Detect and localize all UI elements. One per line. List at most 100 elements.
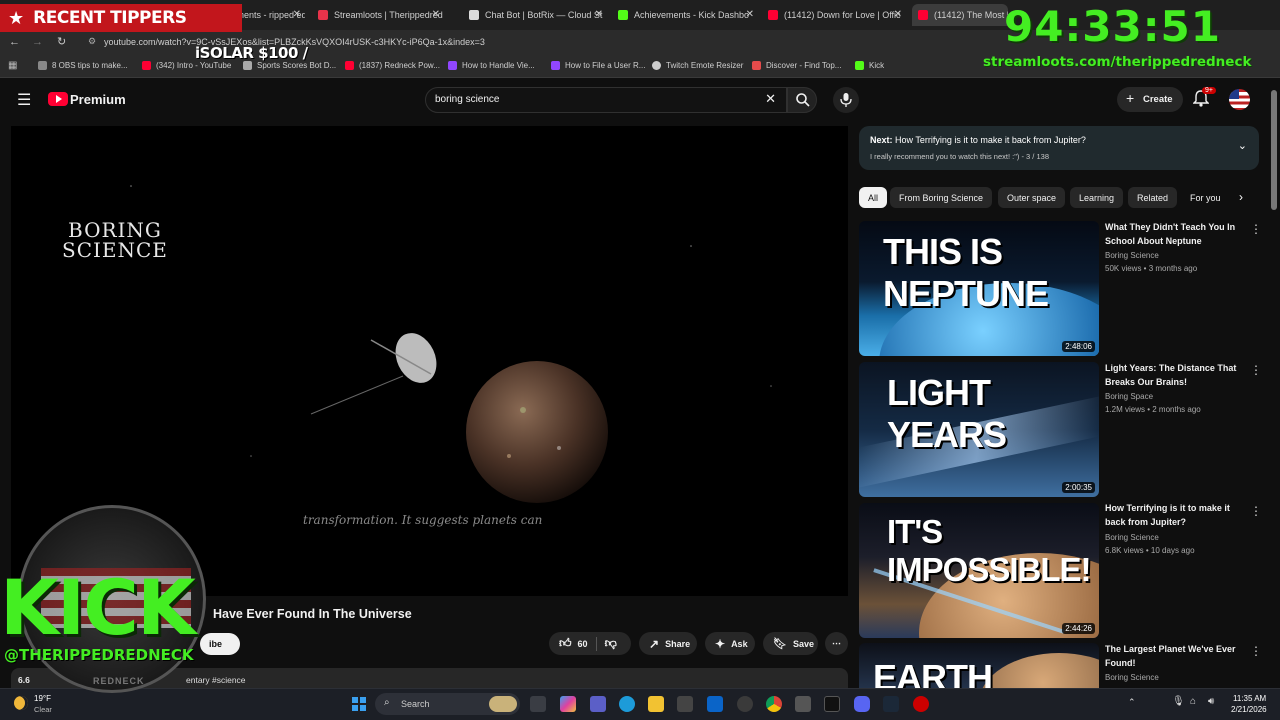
menu-icon[interactable]: ☰ — [17, 90, 31, 110]
youtube-logo-icon[interactable] — [48, 92, 68, 106]
like-dislike-group: 👍︎ 60 👎︎ — [549, 632, 631, 655]
more-actions-button[interactable]: ⋯ — [825, 632, 848, 655]
taskbar-search-box[interactable]: ⌕ Search — [375, 693, 520, 715]
playlist-next-panel[interactable]: Next: How Terrifying is it to make it ba… — [859, 126, 1259, 170]
video-meta: 50K views • 3 months ago — [1105, 264, 1198, 273]
like-count[interactable]: 60 — [578, 639, 588, 649]
steam-icon[interactable] — [883, 696, 899, 712]
bookmark-item[interactable]: Sports Scores Bot D... — [243, 61, 336, 70]
ask-button[interactable]: ✦ Ask — [705, 632, 755, 655]
bookmark-item[interactable]: (1837) Redneck Pow... — [345, 61, 440, 70]
forward-icon[interactable]: → — [32, 36, 43, 48]
plus-icon: + — [1126, 90, 1135, 106]
browser-tab-active[interactable]: (11412) The Most Bi — [912, 4, 1008, 26]
page-scrollbar-thumb[interactable] — [1271, 90, 1277, 210]
video-title-link[interactable]: Light Years: The Distance That Breaks Ou… — [1105, 362, 1241, 389]
voice-search-button[interactable] — [833, 87, 859, 113]
bookmark-item[interactable]: 8 OBS tips to make... — [38, 61, 128, 70]
moon-weather-icon[interactable] — [14, 696, 28, 710]
chevron-down-icon[interactable]: ⌄ — [1238, 139, 1247, 152]
weather-temperature[interactable]: 19°F — [34, 694, 51, 703]
back-icon[interactable]: ← — [9, 36, 20, 48]
video-meta: 6.8K views • 10 days ago — [1105, 546, 1195, 555]
youtube-premium-label[interactable]: Premium — [70, 92, 126, 107]
close-tab-icon[interactable]: ✕ — [595, 9, 603, 20]
close-tab-icon[interactable]: ✕ — [894, 9, 902, 20]
video-title-link[interactable]: How Terrifying is it to make it back fro… — [1105, 502, 1241, 529]
terminal-icon[interactable] — [824, 696, 840, 712]
discord-icon[interactable] — [854, 696, 870, 712]
record-icon[interactable] — [913, 696, 929, 712]
browser-tab[interactable]: Chat Bot | BotRix — Cloud St ✕ — [463, 4, 607, 26]
network-icon[interactable]: ⌂ — [1190, 696, 1196, 707]
bookmark-item[interactable]: How to File a User R... — [551, 61, 645, 70]
more-vertical-icon[interactable]: ⋮ — [1250, 504, 1262, 518]
tray-overflow-icon[interactable]: ⌃ — [1128, 697, 1136, 708]
share-button[interactable]: ↗ Share — [639, 632, 697, 655]
reload-icon[interactable]: ↻ — [57, 35, 66, 48]
chip-learning[interactable]: Learning — [1070, 187, 1124, 208]
apps-grid-icon[interactable]: ▦ — [8, 60, 17, 71]
channel-name[interactable]: Boring Space — [1105, 392, 1153, 401]
task-view-icon[interactable] — [530, 696, 546, 712]
bookmark-item[interactable]: Twitch Emote Resizer — [652, 61, 743, 70]
close-tab-icon[interactable]: ✕ — [746, 9, 754, 20]
outlook-icon[interactable] — [707, 696, 723, 712]
share-label: Share — [665, 638, 691, 649]
chip-related[interactable]: Related — [1128, 187, 1178, 208]
thumbs-up-icon[interactable]: 👍︎ — [559, 636, 572, 651]
chip-for-you[interactable]: For you — [1181, 187, 1230, 208]
avatar[interactable] — [1229, 89, 1250, 110]
video-title-link[interactable]: What They Didn't Teach You In School Abo… — [1105, 221, 1241, 248]
channel-name[interactable]: Boring Science — [1105, 673, 1159, 682]
notifications-button[interactable]: 9+ — [1192, 87, 1216, 112]
tab-label: (11412) The Most Bi — [934, 10, 1008, 20]
file-explorer-icon[interactable] — [648, 696, 664, 712]
more-vertical-icon[interactable]: ⋮ — [1250, 644, 1262, 658]
microphone-tray-icon[interactable]: 🎙︎ — [1172, 696, 1185, 707]
search-button[interactable] — [787, 87, 817, 113]
close-tab-icon[interactable]: ✕ — [293, 9, 301, 20]
chip-all[interactable]: All — [859, 187, 888, 208]
app-icon[interactable] — [795, 696, 811, 712]
thumbs-down-icon[interactable]: 👎︎ — [605, 636, 617, 651]
browser-tab[interactable]: (11412) Down for Love | Offic ✕ — [762, 4, 906, 26]
chevron-right-icon[interactable]: › — [1239, 190, 1243, 204]
search-input[interactable]: boring science ✕ — [425, 87, 787, 113]
browser-tab[interactable]: Streamloots | Therippedred ✕ — [312, 4, 444, 26]
more-vertical-icon[interactable]: ⋮ — [1250, 363, 1262, 377]
video-thumbnail[interactable]: EARTH — [859, 643, 1099, 688]
copilot-icon[interactable] — [560, 696, 576, 712]
save-button[interactable]: 🔖︎ Save — [763, 632, 818, 655]
clear-search-icon[interactable]: ✕ — [765, 91, 776, 107]
channel-name[interactable]: Boring Science — [1105, 251, 1159, 260]
description-tags: entary #science — [186, 675, 246, 685]
more-vertical-icon[interactable]: ⋮ — [1250, 222, 1262, 236]
close-tab-icon[interactable]: ✕ — [432, 9, 440, 20]
teams-icon[interactable] — [590, 696, 606, 712]
channel-name[interactable]: Boring Science — [1105, 533, 1159, 542]
video-thumbnail[interactable]: THIS IS NEPTUNE 2:48:06 — [859, 221, 1099, 356]
video-thumbnail[interactable]: IT'S IMPOSSIBLE! 2:44:26 — [859, 503, 1099, 638]
create-button[interactable]: + Create — [1117, 87, 1183, 112]
clock-time[interactable]: 11:35 AM — [1233, 694, 1266, 703]
bookmark-item[interactable]: How to Handle Vie... — [448, 61, 535, 70]
volume-icon[interactable]: 🔊︎ — [1208, 696, 1214, 707]
clock-date[interactable]: 2/21/2026 — [1231, 705, 1267, 714]
browser-tab[interactable]: Achievements - Kick Dashbo ✕ — [612, 4, 758, 26]
video-thumbnail[interactable]: LIGHT YEARS 2:00:35 — [859, 362, 1099, 497]
edge-icon[interactable] — [619, 696, 635, 712]
video-caption: transformation. It suggests planets can — [303, 513, 543, 527]
bookmark-item[interactable]: (342) Intro - YouTube — [142, 61, 231, 70]
chip-outer-space[interactable]: Outer space — [998, 187, 1066, 208]
chip-from-boring-science[interactable]: From Boring Science — [890, 187, 993, 208]
video-title-link[interactable]: The Largest Planet We've Ever Found! — [1105, 643, 1241, 670]
obs-icon[interactable] — [737, 696, 753, 712]
windows-start-icon[interactable] — [352, 697, 366, 711]
store-icon[interactable] — [677, 696, 693, 712]
chrome-icon[interactable] — [766, 696, 782, 712]
subscribe-button[interactable]: ibe — [200, 633, 240, 655]
bookmark-item[interactable]: Discover - Find Top... — [752, 61, 841, 70]
bookmark-item[interactable]: Kick — [855, 61, 884, 70]
site-info-icon[interactable]: ⚙ — [88, 36, 96, 47]
